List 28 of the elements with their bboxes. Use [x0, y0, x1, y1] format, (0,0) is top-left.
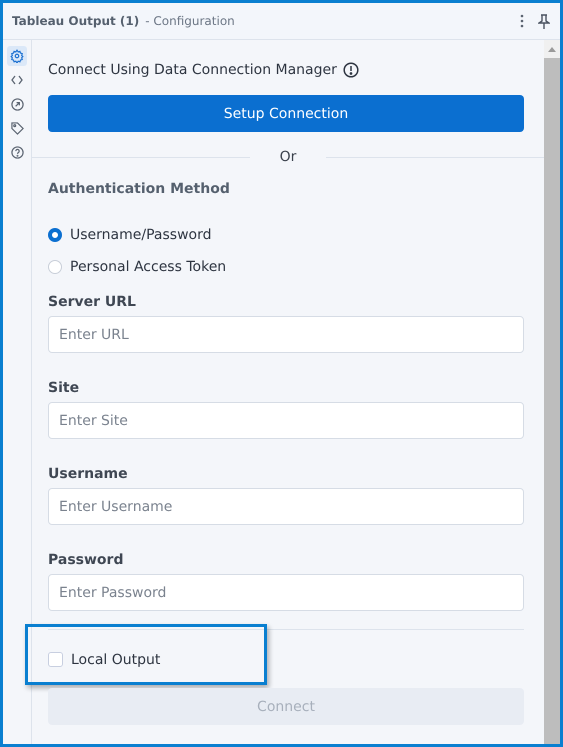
- settings-icon: [10, 49, 24, 63]
- info-icon[interactable]: [342, 62, 359, 78]
- pin-icon[interactable]: [538, 14, 550, 28]
- radio-button[interactable]: [48, 228, 62, 242]
- window-subtitle: - Configuration: [145, 14, 235, 28]
- scrollbar[interactable]: [544, 40, 560, 744]
- tag-icon: [10, 122, 24, 134]
- connection-label: Connect Using Data Connection Manager: [48, 62, 337, 78]
- more-icon[interactable]: [520, 14, 524, 28]
- input-field[interactable]: Enter URL: [48, 316, 524, 353]
- section-heading: Authentication Method: [48, 181, 231, 197]
- checkbox-label: Local Output: [71, 652, 160, 668]
- field-label: Username: [48, 466, 129, 482]
- field-label: Password: [48, 552, 124, 568]
- code-icon: [11, 75, 23, 85]
- field-label: Server URL: [48, 294, 137, 310]
- input-field[interactable]: Enter Site: [48, 402, 524, 439]
- help-icon: [10, 146, 24, 158]
- checkbox[interactable]: [48, 652, 63, 667]
- separator-label: Or: [278, 149, 298, 165]
- radio-label: Username/Password: [70, 227, 212, 243]
- setup-connection-button[interactable]: Setup Connection: [48, 95, 524, 132]
- field-label: Site: [48, 380, 80, 396]
- input-field[interactable]: Enter Username: [48, 488, 524, 525]
- radio-label: Personal Access Token: [70, 259, 226, 275]
- input-field[interactable]: Enter Password: [48, 574, 524, 611]
- window-title: Tableau Output (1): [12, 14, 140, 28]
- sidebar-tab[interactable]: [7, 46, 27, 66]
